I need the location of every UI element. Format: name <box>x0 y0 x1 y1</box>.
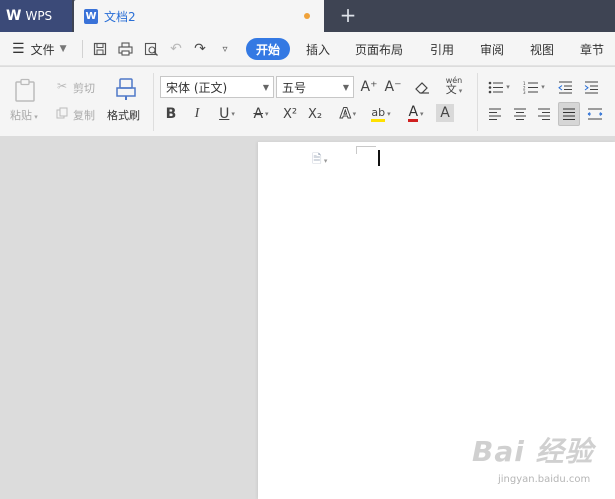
document-tab[interactable]: W 文档2 <box>74 0 324 32</box>
redo-icon[interactable]: ↷ <box>189 32 211 66</box>
pinyin-icon: 文 ▾ <box>445 83 463 96</box>
grow-font-button[interactable]: A⁺ <box>360 76 378 98</box>
undo-icon[interactable]: ↶ <box>165 32 187 66</box>
underline-label: U <box>219 106 230 122</box>
divider <box>82 40 83 58</box>
pinyin-guide-button[interactable]: wén 文 ▾ <box>440 75 468 97</box>
text-cursor <box>378 150 380 166</box>
chevron-down-icon: ▼ <box>262 82 269 92</box>
wps-home-tab[interactable]: W WPS <box>0 0 72 32</box>
tab-sections[interactable]: 章节 <box>580 32 604 66</box>
tab-insert[interactable]: 插入 <box>306 32 330 66</box>
hamburger-icon: ☰ <box>12 41 25 57</box>
strikethrough-button[interactable]: A ▾ <box>247 103 275 125</box>
subscript-button[interactable]: X₂ <box>305 103 325 125</box>
text-effect-icon: A <box>339 106 351 123</box>
tab-home[interactable]: 开始 <box>246 38 290 60</box>
print-icon[interactable] <box>114 32 136 66</box>
file-menu-label: 文件 <box>30 42 55 57</box>
margin-corner-marker <box>356 146 376 154</box>
file-menu[interactable]: ☰ 文件 ▼ <box>12 32 67 66</box>
document-tab-label: 文档2 <box>104 9 136 24</box>
tab-view[interactable]: 视图 <box>530 32 554 66</box>
tab-review[interactable]: 审阅 <box>480 32 504 66</box>
chevron-down-icon: ▼ <box>342 82 349 92</box>
tab-references[interactable]: 引用 <box>430 32 454 66</box>
bold-button[interactable]: B <box>162 103 180 125</box>
align-right-icon[interactable] <box>535 103 553 125</box>
font-name-value: 宋体 (正文) <box>166 80 228 95</box>
cut-icon[interactable]: ✂ <box>54 78 70 94</box>
paste-icon[interactable] <box>12 77 38 103</box>
increase-indent-icon[interactable] <box>582 76 600 98</box>
format-painter-button[interactable]: 格式刷 <box>107 107 140 123</box>
font-color-icon: A <box>408 104 419 122</box>
numbered-list-button[interactable]: 1 2 3 ▾ <box>519 76 549 98</box>
baidu-watermark-url: jingyan.baidu.com <box>498 474 591 485</box>
menu-bar: ☰ 文件 ▼ ↶ ↷ ▿ 开始 插入 页面布局 引用 审阅 视图 章节 <box>0 32 615 66</box>
bullet-list-button[interactable]: ▾ <box>484 76 514 98</box>
ribbon-toolbar: 粘贴 ▾ ✂ 剪切 复制 格式刷 宋体 (正文) ▼ 五号 ▼ A⁺ A⁻ wé… <box>0 67 615 137</box>
copy-button[interactable]: 复制 <box>73 107 95 123</box>
text-effect-button[interactable]: A ▾ <box>334 103 362 125</box>
unsaved-indicator <box>304 13 310 19</box>
font-size-select[interactable]: 五号 ▼ <box>276 76 354 98</box>
divider <box>153 73 154 131</box>
align-justify-icon[interactable] <box>558 102 580 126</box>
print-preview-icon[interactable] <box>140 32 162 66</box>
copy-icon[interactable] <box>54 105 70 121</box>
new-tab-button[interactable]: + <box>336 3 360 27</box>
shrink-font-button[interactable]: A⁻ <box>384 76 402 98</box>
word-doc-icon: W <box>84 8 98 24</box>
divider <box>477 73 478 131</box>
tab-page-layout[interactable]: 页面布局 <box>355 32 403 66</box>
chevron-down-icon: ▼ <box>59 44 67 54</box>
decrease-indent-icon[interactable] <box>556 76 574 98</box>
strikethrough-label: A <box>253 106 264 122</box>
underline-button[interactable]: U ▾ <box>212 103 242 125</box>
svg-text:3: 3 <box>523 90 526 94</box>
save-icon[interactable] <box>89 32 111 66</box>
distributed-align-icon[interactable] <box>585 103 605 125</box>
customize-toolbar-icon[interactable]: ▿ <box>214 32 236 66</box>
superscript-button[interactable]: X² <box>280 103 300 125</box>
clear-format-icon[interactable] <box>412 76 432 98</box>
highlight-button[interactable]: ab ▾ <box>367 103 395 125</box>
format-painter-icon[interactable] <box>113 76 139 102</box>
highlight-icon: ab <box>371 106 386 122</box>
font-size-value: 五号 <box>282 80 307 95</box>
wps-logo-icon: W <box>6 8 21 24</box>
title-bar: W WPS W 文档2 + <box>0 0 615 32</box>
align-center-icon[interactable] <box>511 103 529 125</box>
align-left-icon[interactable] <box>486 103 504 125</box>
italic-button[interactable]: I <box>188 103 206 125</box>
character-shading-button[interactable]: A <box>436 104 454 122</box>
font-color-button[interactable]: A ▾ <box>402 103 430 125</box>
font-name-select[interactable]: 宋体 (正文) ▼ <box>160 76 274 98</box>
wps-tab-label: WPS <box>25 9 53 23</box>
cut-button[interactable]: 剪切 <box>73 80 95 96</box>
baidu-watermark-logo: Bai 经验 <box>472 435 594 468</box>
page-layout-icon[interactable]: 🗎 ▾ <box>312 150 327 171</box>
paste-button[interactable]: 粘贴 ▾ <box>10 107 38 123</box>
paste-label: 粘贴 <box>10 109 32 122</box>
